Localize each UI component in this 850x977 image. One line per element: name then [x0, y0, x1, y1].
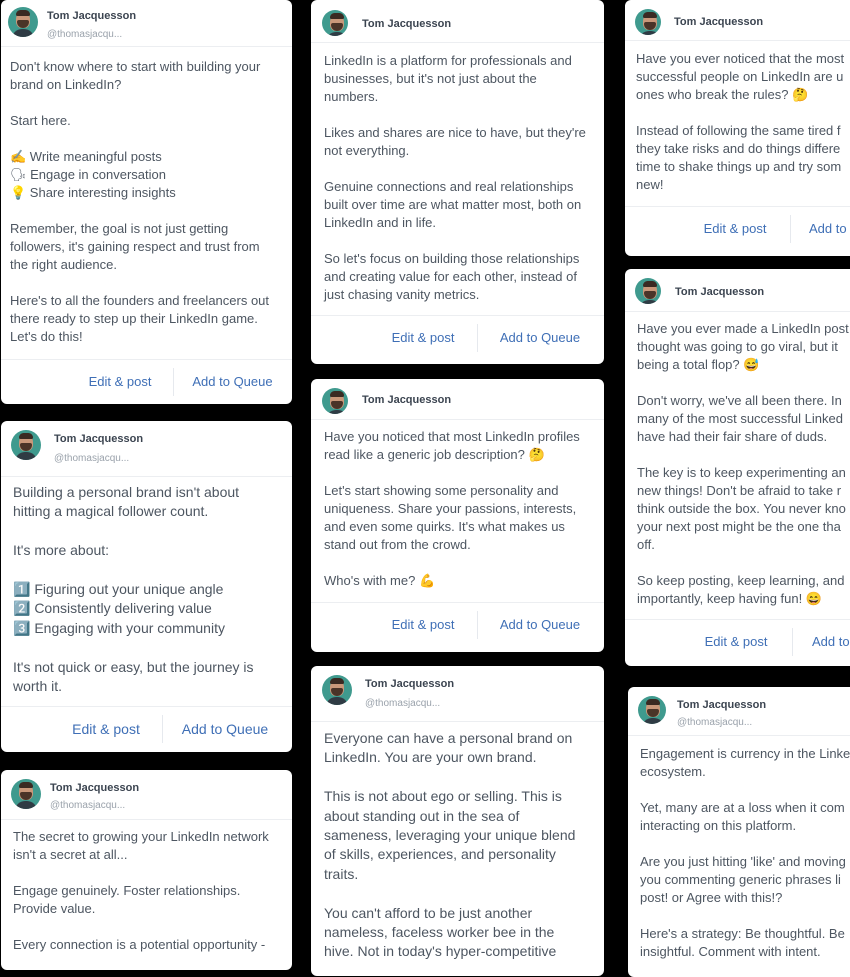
post-header: Tom Jacquesson	[311, 0, 604, 44]
add-to-queue-button[interactable]: Add to	[812, 620, 850, 664]
author-handle: @thomasjacqu...	[54, 453, 130, 464]
edit-post-button[interactable]: Edit & post	[379, 316, 467, 360]
author-name: Tom Jacquesson	[675, 286, 765, 298]
post-card: Tom Jacquesson @thomasjacqu... Everyone …	[311, 666, 604, 976]
avatar	[322, 388, 348, 414]
post-actions: Edit & post Add to	[625, 620, 850, 664]
divider	[790, 215, 791, 243]
divider	[311, 419, 604, 420]
post-actions: Edit & post Add to	[625, 207, 850, 251]
divider	[311, 42, 604, 43]
post-header: Tom Jacquesson	[625, 269, 850, 313]
avatar	[11, 779, 41, 809]
divider	[311, 721, 604, 722]
edit-post-button[interactable]: Edit & post	[379, 603, 467, 647]
avatar	[635, 278, 661, 304]
add-to-queue-button[interactable]: Add to Queue	[185, 360, 280, 404]
divider	[173, 368, 174, 396]
post-card: Tom Jacquesson Have you ever made a Link…	[625, 269, 850, 666]
post-header: Tom Jacquesson	[311, 379, 604, 423]
post-header: Tom Jacquesson @thomasjacqu...	[1, 0, 292, 44]
edit-post-button[interactable]: Edit & post	[77, 360, 163, 404]
post-card: Tom Jacquesson @thomasjacqu... Engagemen…	[628, 687, 850, 977]
avatar	[638, 696, 666, 724]
post-card: Tom Jacquesson Have you noticed that mos…	[311, 379, 604, 652]
post-text: LinkedIn is a platform for professionals…	[324, 53, 586, 302]
author-name: Tom Jacquesson	[365, 678, 455, 690]
author-name: Tom Jacquesson	[674, 16, 764, 28]
author-name: Tom Jacquesson	[47, 10, 137, 22]
post-card: Tom Jacquesson @thomasjacqu... Building …	[1, 421, 292, 752]
author-name: Tom Jacquesson	[362, 18, 452, 30]
post-text: Have you noticed that most LinkedIn prof…	[324, 429, 580, 588]
divider	[477, 324, 478, 352]
post-card: Tom Jacquesson @thomasjacqu... Don't kno…	[1, 0, 292, 404]
add-to-queue-button[interactable]: Add to Queue	[489, 316, 591, 360]
author-handle: @thomasjacqu...	[50, 800, 126, 811]
author-handle: @thomasjacqu...	[47, 29, 123, 40]
divider	[162, 715, 163, 743]
divider	[1, 46, 292, 47]
post-actions: Edit & post Add to Queue	[1, 360, 292, 404]
divider	[1, 819, 292, 820]
post-header: Tom Jacquesson @thomasjacqu...	[1, 421, 292, 465]
post-header: Tom Jacquesson	[625, 0, 850, 44]
post-card: Tom Jacquesson @thomasjacqu... The secre…	[1, 770, 292, 970]
divider	[1, 476, 292, 477]
divider	[625, 311, 850, 312]
post-actions: Edit & post Add to Queue	[1, 707, 292, 751]
author-handle: @thomasjacqu...	[365, 698, 441, 709]
author-handle: @thomasjacqu...	[677, 717, 753, 728]
author-name: Tom Jacquesson	[54, 433, 144, 445]
post-header: Tom Jacquesson @thomasjacqu...	[311, 666, 604, 710]
post-header: Tom Jacquesson @thomasjacqu...	[1, 770, 292, 814]
post-text: Don't know where to start with building …	[10, 59, 270, 344]
avatar	[8, 7, 38, 37]
divider	[477, 611, 478, 639]
post-text: Building a personal brand isn't about hi…	[13, 484, 254, 695]
avatar	[322, 10, 348, 36]
add-to-queue-button[interactable]: Add to Queue	[173, 707, 277, 751]
post-text: The secret to growing your LinkedIn netw…	[13, 829, 269, 952]
edit-post-button[interactable]: Edit & post	[61, 707, 151, 751]
avatar	[635, 9, 661, 35]
avatar	[322, 675, 352, 705]
post-header: Tom Jacquesson @thomasjacqu...	[628, 687, 850, 731]
avatar	[11, 430, 41, 460]
post-text: Engagement is currency in the Linke ecos…	[640, 746, 850, 959]
add-to-queue-button[interactable]: Add to	[809, 207, 850, 251]
divider	[628, 735, 850, 736]
author-name: Tom Jacquesson	[50, 782, 140, 794]
post-actions: Edit & post Add to Queue	[311, 603, 604, 647]
divider	[625, 40, 850, 41]
post-text: Have you ever made a LinkedIn post thoug…	[637, 321, 849, 606]
divider	[792, 628, 793, 656]
edit-post-button[interactable]: Edit & post	[693, 620, 779, 664]
post-card: Tom Jacquesson LinkedIn is a platform fo…	[311, 0, 604, 364]
author-name: Tom Jacquesson	[362, 394, 452, 406]
post-text: Have you ever noticed that the most succ…	[636, 51, 845, 192]
post-actions: Edit & post Add to Queue	[311, 316, 604, 360]
edit-post-button[interactable]: Edit & post	[693, 207, 777, 251]
post-card: Tom Jacquesson Have you ever noticed tha…	[625, 0, 850, 256]
add-to-queue-button[interactable]: Add to Queue	[489, 603, 591, 647]
post-text: Everyone can have a personal brand on Li…	[324, 730, 576, 960]
author-name: Tom Jacquesson	[677, 699, 767, 711]
